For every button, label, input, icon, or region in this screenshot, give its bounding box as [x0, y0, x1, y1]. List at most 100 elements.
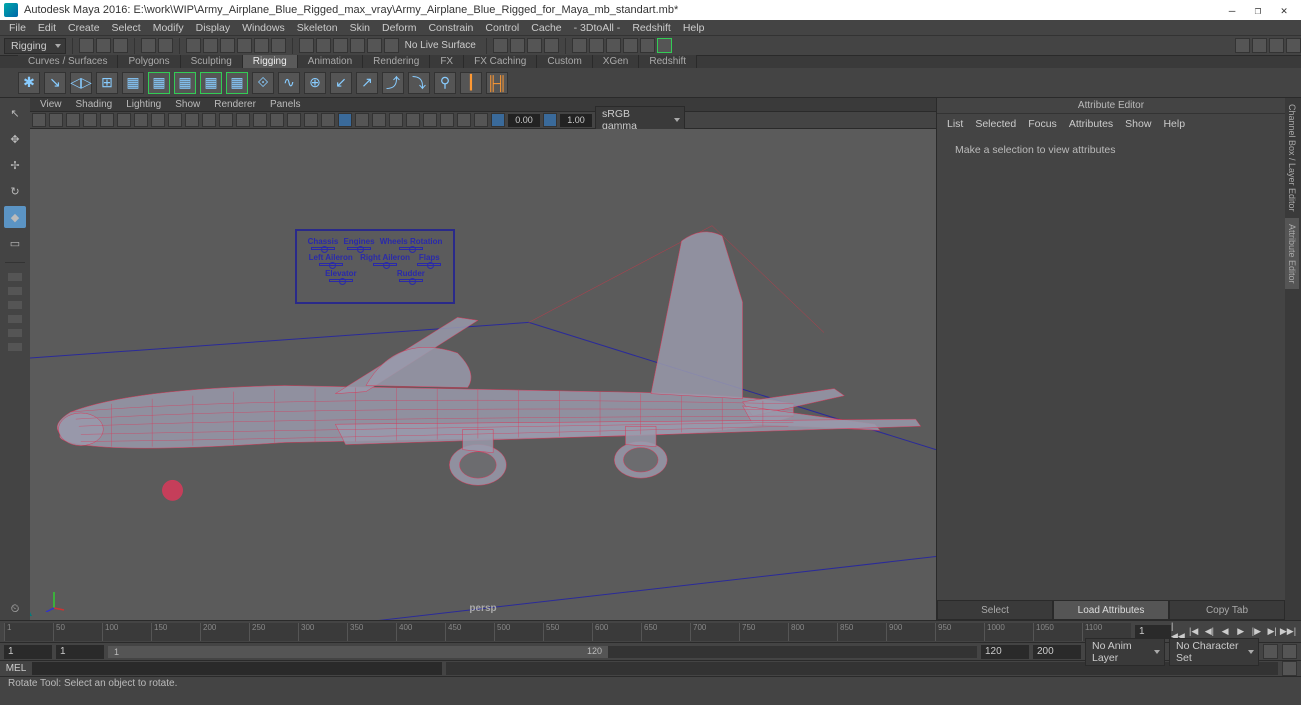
- shelf-point-icon[interactable]: ↗: [356, 72, 378, 94]
- panel-image-plane-icon[interactable]: [83, 113, 97, 127]
- shelf-ik-icon[interactable]: ↘: [44, 72, 66, 94]
- close-button[interactable]: ✕: [1271, 4, 1297, 17]
- redo-icon[interactable]: [158, 38, 173, 53]
- panel-menu-shading[interactable]: Shading: [76, 99, 113, 110]
- menu-skeleton[interactable]: Skeleton: [291, 22, 344, 34]
- step-forward-button[interactable]: |▶: [1250, 625, 1264, 639]
- character-set-dropdown[interactable]: No Character Set: [1169, 638, 1259, 666]
- save-scene-icon[interactable]: [113, 38, 128, 53]
- modeling-toolkit-icon[interactable]: [1235, 38, 1250, 53]
- menu-control[interactable]: Control: [479, 22, 525, 34]
- panel-menu-view[interactable]: View: [40, 99, 62, 110]
- lasso-tool[interactable]: ✥: [4, 128, 26, 150]
- construction-history-icon[interactable]: [493, 38, 508, 53]
- panel-hq-icon[interactable]: [355, 113, 369, 127]
- menu-constrain[interactable]: Constrain: [422, 22, 479, 34]
- step-back-button[interactable]: ◀|: [1203, 625, 1217, 639]
- anim-prefs-icon[interactable]: [1282, 644, 1297, 659]
- last-tool[interactable]: ▭: [4, 232, 26, 254]
- viewport-3d[interactable]: Chassis Engines Wheels Rotation Left Ail…: [30, 129, 936, 620]
- ae-load-button[interactable]: Load Attributes: [1053, 600, 1169, 620]
- shelf-mirror-icon[interactable]: ◁▷: [70, 72, 92, 94]
- tool-settings-toggle-icon[interactable]: [1269, 38, 1284, 53]
- rewind-button[interactable]: |◀◀: [1171, 625, 1185, 639]
- rig-control-panel[interactable]: Chassis Engines Wheels Rotation Left Ail…: [295, 229, 455, 304]
- panel-grid-icon[interactable]: [117, 113, 131, 127]
- shelf-quickrig-icon[interactable]: ┃: [460, 72, 482, 94]
- panel-menu-panels[interactable]: Panels: [270, 99, 301, 110]
- panel-exposure-field-icon[interactable]: [491, 113, 505, 127]
- render-current-icon[interactable]: [510, 38, 525, 53]
- select-tool[interactable]: ↖: [4, 102, 26, 124]
- panel-isolate-icon[interactable]: [338, 113, 352, 127]
- rotate-tool[interactable]: ↻: [4, 180, 26, 202]
- menu-windows[interactable]: Windows: [236, 22, 291, 34]
- open-scene-icon[interactable]: [96, 38, 111, 53]
- shelf-tab-fx[interactable]: FX: [430, 55, 464, 68]
- panel-textured-icon[interactable]: [219, 113, 233, 127]
- render-settings-icon[interactable]: [544, 38, 559, 53]
- select-by-component-icon[interactable]: [271, 38, 286, 53]
- shelf-skin-icon[interactable]: ▦: [148, 72, 170, 94]
- panel-menu-show[interactable]: Show: [175, 99, 200, 110]
- panel-viewtrans-icon[interactable]: [440, 113, 454, 127]
- play-back-button[interactable]: ◀: [1218, 625, 1232, 639]
- snap-live-icon[interactable]: [367, 38, 382, 53]
- panel-bookmark-icon[interactable]: [66, 113, 80, 127]
- maximize-button[interactable]: ❐: [1245, 4, 1271, 17]
- paint-select-icon[interactable]: [220, 38, 235, 53]
- cmd-language-label[interactable]: MEL: [0, 663, 32, 674]
- anim-start-outer[interactable]: 1: [4, 645, 52, 659]
- panel-film-gate-icon[interactable]: [134, 113, 148, 127]
- panel-res-gate-icon[interactable]: [151, 113, 165, 127]
- layout-four-icon[interactable]: [589, 38, 604, 53]
- menu-edit[interactable]: Edit: [32, 22, 62, 34]
- layout-persp-icon[interactable]: [623, 38, 638, 53]
- current-time-field[interactable]: 1: [1135, 625, 1171, 639]
- panel-gamma-value[interactable]: 1.00: [560, 114, 592, 127]
- ae-menu-selected[interactable]: Selected: [975, 118, 1016, 130]
- shelf-orient-icon[interactable]: ⊞: [96, 72, 118, 94]
- panel-bg-icon[interactable]: [457, 113, 471, 127]
- shelf-tab-custom[interactable]: Custom: [537, 55, 592, 68]
- ae-menu-focus[interactable]: Focus: [1028, 118, 1057, 130]
- snap-plane-icon[interactable]: [350, 38, 365, 53]
- snap-point-icon[interactable]: [333, 38, 348, 53]
- menu-redshift[interactable]: Redshift: [626, 22, 677, 34]
- menu-display[interactable]: Display: [190, 22, 236, 34]
- layout-hyper-icon[interactable]: [640, 38, 655, 53]
- side-tab-channelbox[interactable]: Channel Box / Layer Editor: [1285, 98, 1299, 218]
- shelf-tab-redshift[interactable]: Redshift: [639, 55, 697, 68]
- layout-quick-2[interactable]: [8, 287, 22, 295]
- ae-menu-help[interactable]: Help: [1163, 118, 1185, 130]
- select-by-hierarchy-icon[interactable]: [237, 38, 252, 53]
- panel-renderer-icon[interactable]: [474, 113, 488, 127]
- menu-create[interactable]: Create: [62, 22, 106, 34]
- snap-grid-icon[interactable]: [299, 38, 314, 53]
- make-live-icon[interactable]: [384, 38, 399, 53]
- anim-end-outer[interactable]: 200: [1033, 645, 1081, 659]
- layout-quick-6[interactable]: [8, 343, 22, 351]
- ae-menu-attributes[interactable]: Attributes: [1069, 118, 1113, 130]
- panel-gate-mask-icon[interactable]: [168, 113, 182, 127]
- time-slider-toggle[interactable]: ⏲: [4, 598, 26, 620]
- anim-end-inner[interactable]: 120: [981, 645, 1029, 659]
- anim-layer-dropdown[interactable]: No Anim Layer: [1085, 638, 1165, 666]
- layout-quick-5[interactable]: [8, 329, 22, 337]
- fast-forward-button[interactable]: ▶▶|: [1281, 625, 1295, 639]
- undo-icon[interactable]: [141, 38, 156, 53]
- shelf-hik-icon[interactable]: ⚲: [434, 72, 456, 94]
- panel-shaded-icon[interactable]: [202, 113, 216, 127]
- shelf-tab-rendering[interactable]: Rendering: [363, 55, 430, 68]
- ae-menu-show[interactable]: Show: [1125, 118, 1151, 130]
- panel-lock-camera-icon[interactable]: [49, 113, 63, 127]
- shelf-bind-icon[interactable]: ▦: [122, 72, 144, 94]
- layout-outliner-icon[interactable]: [606, 38, 621, 53]
- menu-modify[interactable]: Modify: [147, 22, 190, 34]
- select-mode-icon[interactable]: [186, 38, 201, 53]
- xgen-toggle-icon[interactable]: [657, 38, 672, 53]
- panel-exposure-value[interactable]: 0.00: [508, 114, 540, 127]
- lasso-select-icon[interactable]: [203, 38, 218, 53]
- range-slider[interactable]: 1120: [108, 646, 977, 658]
- time-slider-track[interactable]: 1 50 100 150 200 250 300 350 400 450 500…: [4, 623, 1131, 641]
